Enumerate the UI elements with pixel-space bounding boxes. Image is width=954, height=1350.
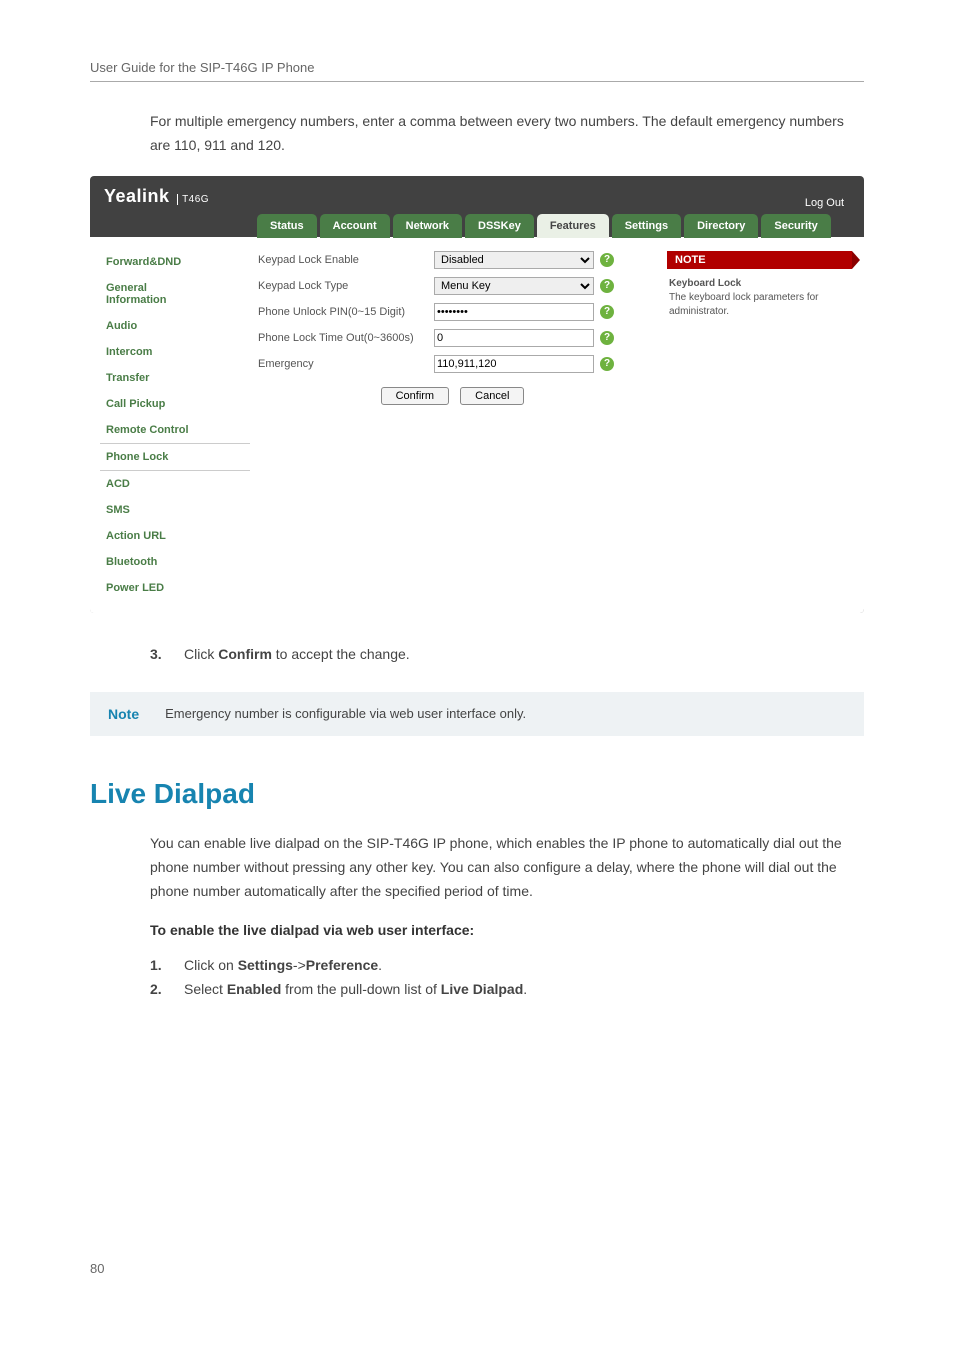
note-panel: NOTE Keyboard Lock The keyboard lock par…	[655, 237, 864, 613]
label-emergency: Emergency	[258, 358, 428, 370]
tab-security[interactable]: Security	[761, 214, 830, 238]
logout-link[interactable]: Log Out	[799, 193, 850, 213]
note-label: Note	[108, 706, 139, 722]
form-panel: Keypad Lock Enable Disabled ? Keypad Loc…	[250, 237, 655, 613]
step-number: 2.	[150, 978, 166, 1002]
page-number: 80	[90, 1261, 864, 1276]
help-icon[interactable]: ?	[600, 357, 614, 371]
yealink-ui-screenshot: Yealink T46G Log Out Status Account Netw…	[90, 176, 864, 613]
sidebar-item-phonelock[interactable]: Phone Lock	[100, 443, 250, 471]
note-content: Emergency number is configurable via web…	[165, 706, 526, 721]
sidebar-item-acd[interactable]: ACD	[100, 471, 250, 497]
label-unlock-pin: Phone Unlock PIN(0~15 Digit)	[258, 306, 428, 318]
sub-heading: To enable the live dialpad via web user …	[150, 922, 864, 938]
sidebar-item-general-info[interactable]: General Information	[100, 275, 250, 313]
input-unlock-pin[interactable]	[434, 303, 594, 321]
tab-settings[interactable]: Settings	[612, 214, 681, 238]
sidebar-item-bluetooth[interactable]: Bluetooth	[100, 549, 250, 575]
select-keypad-type[interactable]: Menu Key	[434, 277, 594, 295]
label-keypad-type: Keypad Lock Type	[258, 280, 428, 292]
note-title: Keyboard Lock	[669, 277, 850, 291]
sidebar-item-intercom[interactable]: Intercom	[100, 339, 250, 365]
brand-name: Yealink	[104, 186, 170, 206]
tab-bar: Status Account Network DSSKey Features S…	[90, 213, 864, 237]
step-text: Click Confirm to accept the change.	[184, 643, 410, 667]
sidebar-item-transfer[interactable]: Transfer	[100, 365, 250, 391]
sidebar-item-label: General	[106, 282, 244, 294]
step-text: Select Enabled from the pull-down list o…	[184, 978, 527, 1002]
section-paragraph: You can enable live dialpad on the SIP-T…	[150, 832, 864, 903]
input-emergency[interactable]	[434, 355, 594, 373]
section-heading: Live Dialpad	[90, 778, 864, 810]
input-lock-timeout[interactable]	[434, 329, 594, 347]
sidebar: Forward&DND General Information Audio In…	[90, 237, 250, 613]
sidebar-item-label: Information	[106, 294, 244, 306]
sidebar-item-sms[interactable]: SMS	[100, 497, 250, 523]
page-header: User Guide for the SIP-T46G IP Phone	[90, 60, 864, 82]
sidebar-item-callpickup[interactable]: Call Pickup	[100, 391, 250, 417]
label-lock-timeout: Phone Lock Time Out(0~3600s)	[258, 332, 428, 344]
tab-status[interactable]: Status	[257, 214, 317, 238]
sidebar-item-remote[interactable]: Remote Control	[100, 417, 250, 443]
doc-note-box: Note Emergency number is configurable vi…	[90, 692, 864, 736]
tab-network[interactable]: Network	[393, 214, 462, 238]
sidebar-item-actionurl[interactable]: Action URL	[100, 523, 250, 549]
select-keypad-enable[interactable]: Disabled	[434, 251, 594, 269]
step-text: Click on Settings->Preference.	[184, 954, 382, 978]
tab-directory[interactable]: Directory	[684, 214, 758, 238]
tab-features[interactable]: Features	[537, 214, 609, 238]
intro-paragraph: For multiple emergency numbers, enter a …	[150, 110, 864, 158]
sidebar-item-powerled[interactable]: Power LED	[100, 575, 250, 601]
tab-dsskey[interactable]: DSSKey	[465, 214, 534, 238]
help-icon[interactable]: ?	[600, 331, 614, 345]
confirm-button[interactable]: Confirm	[381, 387, 450, 405]
step-number: 1.	[150, 954, 166, 978]
brand-model: T46G	[177, 194, 209, 205]
help-icon[interactable]: ?	[600, 305, 614, 319]
note-text: The keyboard lock parameters for adminis…	[669, 292, 819, 317]
label-keypad-enable: Keypad Lock Enable	[258, 254, 428, 266]
sidebar-item-audio[interactable]: Audio	[100, 313, 250, 339]
note-header: NOTE	[667, 251, 852, 269]
tab-account[interactable]: Account	[320, 214, 390, 238]
note-body: Keyboard Lock The keyboard lock paramete…	[667, 269, 852, 327]
brand-logo: Yealink T46G	[104, 186, 209, 213]
step-number: 3.	[150, 643, 166, 667]
help-icon[interactable]: ?	[600, 253, 614, 267]
sidebar-item-forward[interactable]: Forward&DND	[100, 249, 250, 275]
cancel-button[interactable]: Cancel	[460, 387, 524, 405]
help-icon[interactable]: ?	[600, 279, 614, 293]
